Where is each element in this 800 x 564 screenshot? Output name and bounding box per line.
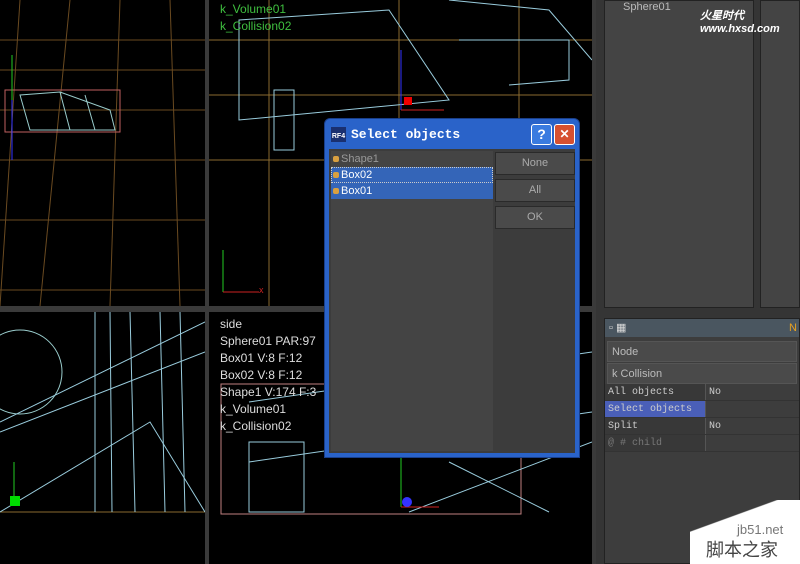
viewport-label: k_Volume01: [220, 402, 287, 416]
viewport-label: Box02 V:8 F:12: [220, 368, 303, 382]
window-icon[interactable]: ▫ ▦: [609, 321, 626, 334]
viewport-label: k_Collision02: [220, 19, 292, 33]
list-item[interactable]: Box02: [331, 167, 493, 183]
viewport-label: k_Collision02: [220, 419, 292, 433]
ok-button[interactable]: OK: [495, 206, 575, 229]
viewport-perspective[interactable]: [0, 0, 205, 306]
attr-row[interactable]: Split No: [605, 418, 799, 435]
axis-label-x: x: [259, 285, 264, 295]
object-icon: [333, 188, 339, 194]
list-item[interactable]: Shape1: [331, 151, 493, 167]
none-button[interactable]: None: [495, 152, 575, 175]
attr-row[interactable]: Select objects: [605, 401, 799, 418]
close-button[interactable]: ✕: [554, 124, 575, 145]
select-objects-dialog: RF4 Select objects ? ✕ Shape1 Box02 Box0…: [324, 118, 580, 458]
dialog-body: Shape1 Box02 Box01 None All OK: [329, 149, 575, 453]
object-icon: [333, 156, 339, 162]
viewport-label: side: [220, 317, 243, 331]
outliner-side-panel: [760, 0, 800, 308]
front-wireframe: [0, 312, 205, 513]
object-icon: [333, 172, 339, 178]
app-logo-icon: RF4: [331, 126, 346, 142]
attr-row[interactable]: All objects No: [605, 384, 799, 401]
outliner[interactable]: Sphere01: [604, 0, 754, 308]
watermark-jb51: jb51.net: [737, 522, 784, 537]
help-button[interactable]: ?: [531, 124, 552, 145]
properties-header: ▫ ▦ N: [605, 319, 799, 337]
viewport-label: k_Volume01: [220, 2, 287, 16]
all-button[interactable]: All: [495, 179, 575, 202]
watermark-hxsd: 火星时代 www.hxsd.com: [700, 10, 780, 35]
list-item[interactable]: Box01: [331, 183, 493, 199]
watermark-jb51-name: 脚本之家: [706, 540, 778, 560]
attr-row[interactable]: @ # child: [605, 435, 799, 452]
viewport-label: Sphere01 PAR:97: [220, 334, 316, 348]
right-panel: Sphere01 ▫ ▦ N Node k Collision All obje…: [596, 0, 800, 564]
viewport-front[interactable]: [0, 312, 205, 564]
object-list[interactable]: Shape1 Box02 Box01: [331, 151, 493, 451]
node-label: Node: [607, 341, 797, 362]
dialog-title: Select objects: [351, 126, 461, 142]
type-label: k Collision: [607, 363, 797, 384]
perspective-grid: [0, 0, 205, 306]
viewport-label: Box01 V:8 F:12: [220, 351, 303, 365]
header-title: N: [789, 322, 797, 334]
viewport-label: Shape1 V:174 F:3: [220, 385, 317, 399]
